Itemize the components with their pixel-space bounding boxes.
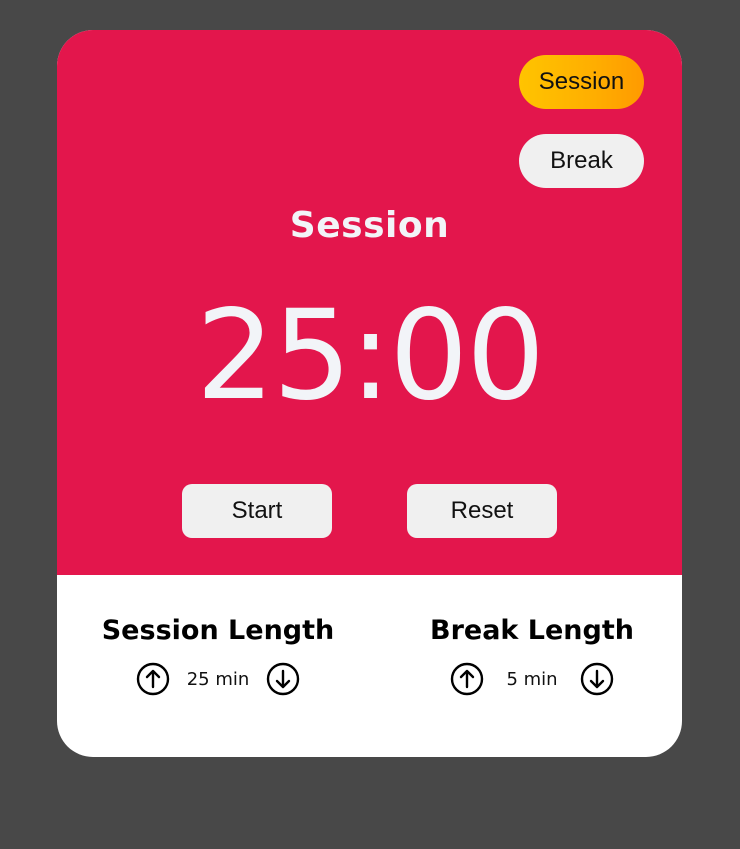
- arrow-up-circle-icon: [136, 662, 170, 696]
- start-button[interactable]: Start: [182, 484, 332, 538]
- timer-panel: Session Break Session 25:00 Start Reset: [57, 30, 682, 575]
- session-length-title: Session Length: [101, 615, 335, 646]
- session-length-controls: 25 min: [88, 662, 348, 696]
- break-increment-button[interactable]: [450, 662, 484, 696]
- break-length-controls: 5 min: [402, 662, 662, 696]
- arrow-down-circle-icon: [266, 662, 300, 696]
- timer-display: 25:00: [195, 284, 545, 428]
- arrow-up-circle-icon: [450, 662, 484, 696]
- break-mode-button[interactable]: Break: [519, 134, 644, 188]
- session-mode-button[interactable]: Session: [519, 55, 644, 109]
- reset-button[interactable]: Reset: [407, 484, 557, 538]
- break-length-title: Break Length: [430, 615, 634, 646]
- break-length-value: 5 min: [506, 668, 558, 690]
- current-mode-title: Session: [289, 205, 450, 246]
- break-length-setting: Break Length 5 min: [402, 615, 662, 696]
- session-length-value: 25 min: [186, 668, 250, 690]
- session-decrement-button[interactable]: [266, 662, 300, 696]
- break-decrement-button[interactable]: [580, 662, 614, 696]
- arrow-down-circle-icon: [580, 662, 614, 696]
- pomodoro-card: Session Break Session 25:00 Start Reset …: [57, 30, 682, 757]
- session-length-setting: Session Length 25 min: [88, 615, 348, 696]
- session-increment-button[interactable]: [136, 662, 170, 696]
